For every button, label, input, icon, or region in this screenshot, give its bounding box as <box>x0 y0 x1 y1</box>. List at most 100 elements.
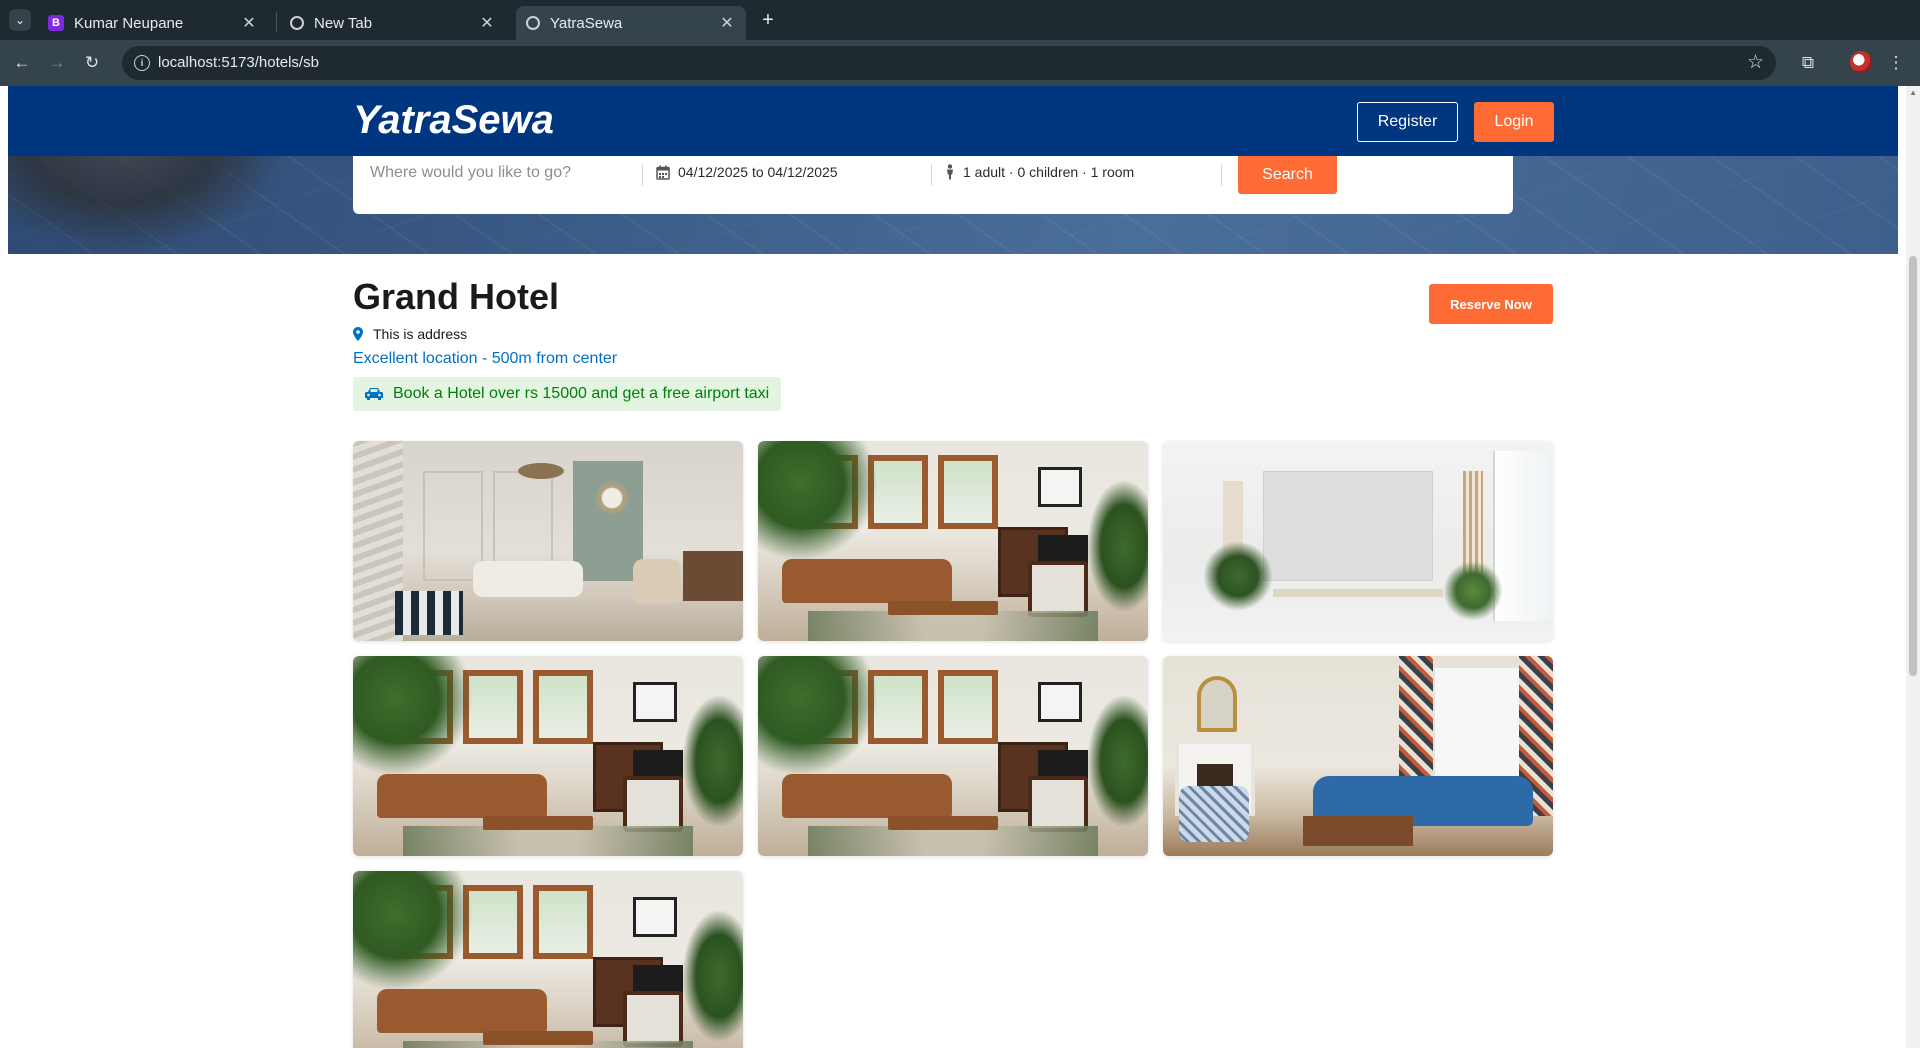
location-note: Excellent location - 500m from center <box>353 350 618 367</box>
photo-detail <box>1088 696 1148 826</box>
browser-menu-kebab-icon[interactable]: ⋮ <box>1884 51 1908 75</box>
photo-detail <box>683 911 743 1041</box>
photo-detail <box>595 481 629 515</box>
hotel-photo[interactable] <box>353 441 743 641</box>
profile-avatar[interactable] <box>1850 51 1872 73</box>
address-text: This is address <box>373 326 468 342</box>
photo-detail <box>938 455 998 529</box>
tab-yatrasewa[interactable]: YatraSewa ✕ <box>516 6 746 40</box>
globe-favicon-icon <box>526 16 540 30</box>
close-tab-icon[interactable]: ✕ <box>478 14 496 32</box>
new-tab-button[interactable]: + <box>757 9 779 31</box>
site-logo[interactable]: YatraSewa <box>353 98 554 143</box>
globe-favicon-icon <box>290 16 304 30</box>
register-button[interactable]: Register <box>1357 102 1458 142</box>
close-tab-icon[interactable]: ✕ <box>718 14 736 32</box>
login-button[interactable]: Login <box>1474 102 1554 142</box>
tab-kumar-neupane[interactable]: B Kumar Neupane ✕ <box>38 6 268 40</box>
back-arrow-icon[interactable]: ← <box>10 51 34 75</box>
page-viewport: YatraSewa Register Login Where would you… <box>0 86 1920 1048</box>
photo-detail <box>403 826 693 856</box>
search-divider <box>642 164 643 186</box>
hotel-photo[interactable] <box>353 871 743 1048</box>
guest-room-text: 1 adult · 0 children · 1 room <box>963 164 1135 180</box>
photo-detail <box>573 461 643 581</box>
hotel-address: This is address <box>353 326 467 342</box>
photo-detail <box>377 989 547 1033</box>
date-range-text: 04/12/2025 to 04/12/2025 <box>678 164 838 180</box>
scroll-up-arrow-icon[interactable]: ▲ <box>1909 88 1917 97</box>
car-icon <box>365 388 383 400</box>
photo-detail <box>633 682 677 722</box>
photo-detail <box>888 601 998 615</box>
photo-detail <box>1028 776 1088 832</box>
photo-detail <box>353 871 473 991</box>
hotel-photo[interactable] <box>353 656 743 856</box>
location-pin-icon <box>353 327 363 341</box>
photo-detail <box>782 774 952 818</box>
hotel-photo[interactable] <box>758 441 1148 641</box>
browser-toolbar: ← → ↻ i localhost:5173/hotels/sb ☆ ⧉ ⋮ <box>0 40 1920 86</box>
photo-detail <box>395 591 463 635</box>
reserve-now-button[interactable]: Reserve Now <box>1429 284 1553 324</box>
reload-icon[interactable]: ↻ <box>80 51 104 75</box>
address-bar[interactable]: i localhost:5173/hotels/sb ☆ <box>122 46 1776 80</box>
photo-detail <box>683 696 743 826</box>
scrollbar-thumb[interactable] <box>1909 256 1917 676</box>
bootstrap-favicon-icon: B <box>48 15 64 31</box>
person-icon <box>945 164 955 180</box>
photo-detail <box>533 885 593 959</box>
photo-detail <box>1303 816 1413 846</box>
photo-detail <box>623 776 683 832</box>
photo-detail <box>1038 467 1082 507</box>
destination-input[interactable]: Where would you like to go? <box>370 164 630 182</box>
calendar-icon <box>656 165 670 180</box>
search-divider <box>931 164 932 186</box>
guest-room-selector[interactable]: 1 adult · 0 children · 1 room <box>945 164 1134 180</box>
hotel-search-bar: Where would you like to go? 04/12/2025 t… <box>353 156 1513 214</box>
tab-title: YatraSewa <box>550 14 623 32</box>
tab-divider <box>276 12 277 32</box>
promo-text: Book a Hotel over rs 15000 and get a fre… <box>393 385 770 402</box>
photo-detail <box>1263 471 1433 581</box>
photo-detail <box>473 561 583 597</box>
photo-detail <box>483 816 593 830</box>
photo-detail <box>633 559 681 603</box>
search-button[interactable]: Search <box>1238 156 1337 194</box>
extensions-puzzle-icon[interactable]: ⧉ <box>1796 51 1820 75</box>
site-info-icon[interactable]: i <box>134 55 150 71</box>
tab-search-menu-button[interactable]: ⌄ <box>9 9 31 31</box>
photo-detail <box>1203 541 1273 611</box>
address-url[interactable]: localhost:5173/hotels/sb <box>158 54 319 71</box>
photo-detail <box>1038 682 1082 722</box>
photo-detail <box>808 611 1098 641</box>
forward-arrow-icon[interactable]: → <box>45 51 69 75</box>
photo-detail <box>758 441 878 561</box>
search-divider <box>1221 164 1222 186</box>
photo-detail <box>888 816 998 830</box>
photo-detail <box>623 991 683 1047</box>
photo-detail <box>533 670 593 744</box>
photo-detail <box>353 656 473 776</box>
photo-detail <box>377 774 547 818</box>
photo-detail <box>938 670 998 744</box>
photo-detail <box>1433 666 1523 786</box>
close-tab-icon[interactable]: ✕ <box>240 14 258 32</box>
photo-detail <box>782 559 952 603</box>
hotel-photo[interactable] <box>1163 441 1553 641</box>
tab-new-tab[interactable]: New Tab ✕ <box>280 6 506 40</box>
tab-title: Kumar Neupane <box>74 14 184 32</box>
date-range-picker[interactable]: 04/12/2025 to 04/12/2025 <box>656 164 838 180</box>
photo-detail <box>483 1031 593 1045</box>
promo-banner: Book a Hotel over rs 15000 and get a fre… <box>353 377 782 411</box>
hotel-photo[interactable] <box>1163 656 1553 856</box>
hotel-title: Grand Hotel <box>353 276 560 317</box>
site-navbar: YatraSewa Register Login <box>8 86 1898 156</box>
photo-detail <box>1273 589 1443 597</box>
page-scrollbar[interactable]: ▲ <box>1906 86 1920 1048</box>
photo-detail <box>1179 786 1249 842</box>
photo-detail <box>1028 561 1088 617</box>
hotel-photo[interactable] <box>758 656 1148 856</box>
bookmark-star-icon[interactable]: ☆ <box>1747 51 1764 74</box>
photo-detail <box>633 897 677 937</box>
